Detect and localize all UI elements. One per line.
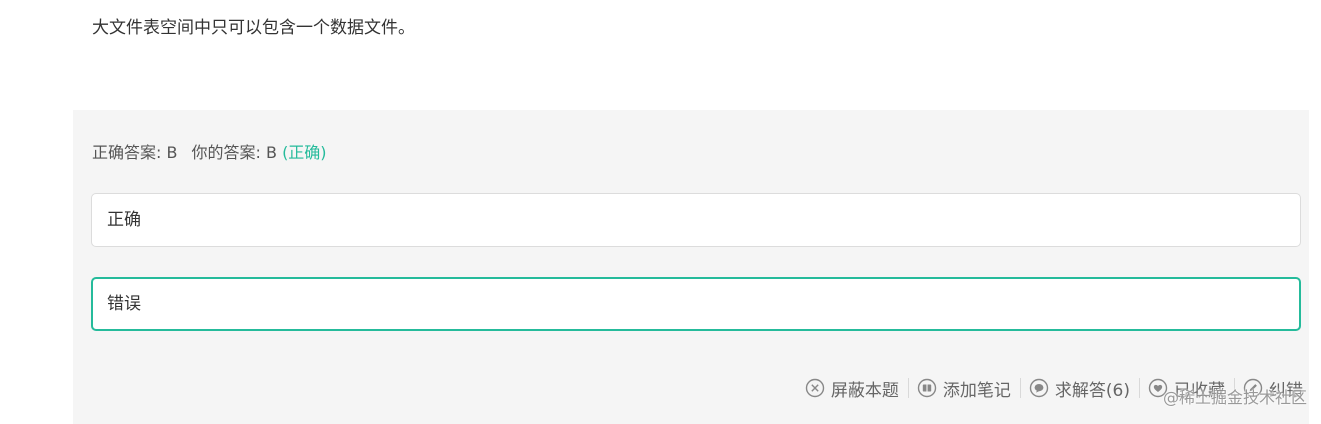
correct-answer-value: B [166, 143, 178, 162]
option-false-label: 错误 [107, 294, 141, 314]
toolbar-divider [1019, 378, 1021, 398]
answer-summary: 正确答案: B 你的答案: B (正确) [92, 141, 327, 165]
add-note-label: 添加笔记 [942, 380, 1011, 401]
option-true-label: 正确 [107, 210, 141, 230]
ask-answer-label: 求解答(6) [1054, 380, 1130, 401]
ask-answer-button[interactable]: 求解答(6) [1029, 376, 1130, 401]
answer-result-status: (正确) [282, 143, 327, 162]
your-answer-label: 你的答案: [191, 143, 261, 162]
watermark: @稀土掘金技术社区 [1162, 388, 1307, 407]
question-text: 大文件表空间中只可以包含一个数据文件。 [92, 18, 415, 38]
option-false[interactable]: 错误 [91, 277, 1301, 331]
notebook-icon [917, 378, 937, 398]
option-true[interactable]: 正确 [91, 193, 1301, 247]
answer-panel: 正确答案: B 你的答案: B (正确) 正确 错误 屏蔽本题 添加笔记 求解答… [73, 110, 1309, 424]
hide-question-label: 屏蔽本题 [830, 380, 899, 401]
correct-answer-label: 正确答案: [92, 143, 162, 162]
chat-bubble-icon [1029, 378, 1049, 398]
toolbar-divider [907, 378, 909, 398]
hide-question-button[interactable]: 屏蔽本题 [805, 376, 899, 401]
add-note-button[interactable]: 添加笔记 [917, 376, 1011, 401]
your-answer-value: B [265, 143, 277, 162]
close-circle-icon [805, 378, 825, 398]
toolbar-divider [1139, 378, 1140, 398]
